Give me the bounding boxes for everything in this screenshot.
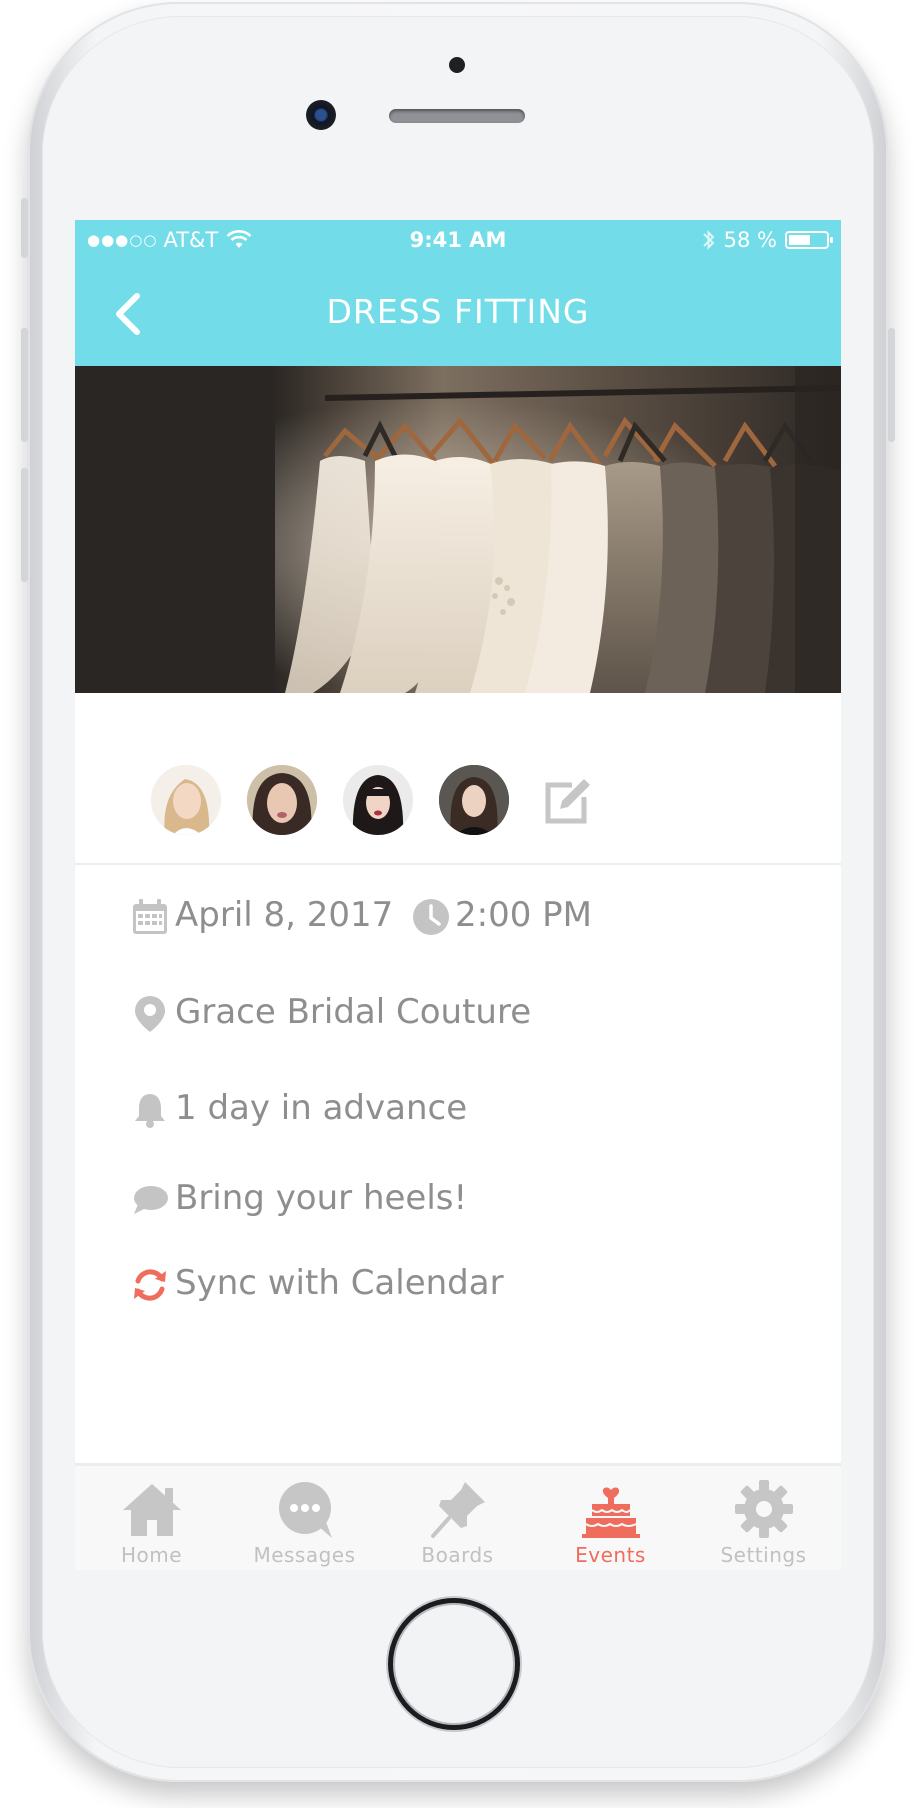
status-bar: ●●●○○ AT&T 9:41 AM 58 % (75, 220, 841, 260)
home-icon (123, 1484, 181, 1536)
front-camera-icon (306, 100, 336, 130)
edit-icon (545, 779, 590, 824)
edit-guests-button[interactable] (542, 775, 596, 827)
proximity-sensor (449, 57, 465, 73)
event-note: Bring your heels! (175, 1178, 468, 1218)
avatar-photo-1 (151, 765, 221, 835)
avatar[interactable] (247, 765, 317, 835)
earpiece-speaker (389, 109, 525, 123)
pushpin-icon (431, 1482, 485, 1538)
status-right: 58 % (702, 228, 833, 252)
event-location: Grace Bridal Couture (175, 992, 532, 1032)
avatar[interactable] (439, 765, 509, 835)
date-time-row: April 8, 2017 2:00 PM (75, 885, 841, 945)
tab-home[interactable]: Home (75, 1466, 228, 1570)
calendar-icon (133, 899, 167, 934)
tab-label: Home (120, 1543, 183, 1567)
battery-icon (785, 231, 833, 249)
map-pin-icon (135, 996, 165, 1032)
tab-label: Messages (253, 1543, 356, 1567)
volume-down-button (21, 468, 28, 582)
avatar[interactable] (151, 765, 221, 835)
bell-icon (135, 1094, 165, 1128)
note-row[interactable]: Bring your heels! (75, 1168, 841, 1228)
avatar[interactable] (343, 765, 413, 835)
tab-events[interactable]: Events (534, 1466, 687, 1570)
event-date: April 8, 2017 (175, 895, 394, 935)
tab-boards[interactable]: Boards (381, 1466, 534, 1570)
event-reminder: 1 day in advance (175, 1088, 468, 1128)
event-cover-image (75, 366, 841, 693)
cake-icon (582, 1487, 640, 1538)
bluetooth-icon (702, 230, 715, 250)
tab-label: Boards (421, 1543, 494, 1567)
reminder-row[interactable]: 1 day in advance (75, 1078, 841, 1138)
clock-icon (413, 899, 449, 935)
sync-calendar-row[interactable]: Sync with Calendar (75, 1253, 841, 1313)
silent-switch (21, 198, 28, 258)
battery-level-fill (789, 235, 810, 245)
tab-settings[interactable]: Settings (687, 1466, 840, 1570)
page-title: DRESS FITTING (326, 292, 590, 331)
battery-percent: 58 % (723, 228, 777, 252)
gear-icon (735, 1480, 793, 1538)
home-button[interactable] (388, 1598, 520, 1730)
sync-icon (134, 1269, 166, 1301)
chat-bubble-icon (279, 1482, 332, 1538)
sync-calendar-label: Sync with Calendar (175, 1263, 504, 1303)
tab-messages[interactable]: Messages (228, 1466, 381, 1570)
tab-label: Settings (720, 1543, 807, 1567)
wedding-dresses-photo (75, 366, 841, 693)
avatar-photo-4 (439, 765, 509, 835)
tab-label: Events (575, 1543, 646, 1567)
avatar-photo-2 (247, 765, 317, 835)
tab-bar: Home Messages Boards Events Settings (75, 1463, 841, 1570)
avatar-photo-3 (343, 765, 413, 835)
guest-avatars-row (75, 693, 841, 865)
power-button (888, 328, 895, 442)
event-time: 2:00 PM (455, 895, 592, 935)
chat-bubble-icon (134, 1186, 168, 1214)
volume-up-button (21, 328, 28, 442)
app-screen: ●●●○○ AT&T 9:41 AM 58 % DRESS FITTING Ap… (75, 220, 841, 1570)
navigation-bar: DRESS FITTING (75, 260, 841, 366)
location-row[interactable]: Grace Bridal Couture (75, 982, 841, 1042)
